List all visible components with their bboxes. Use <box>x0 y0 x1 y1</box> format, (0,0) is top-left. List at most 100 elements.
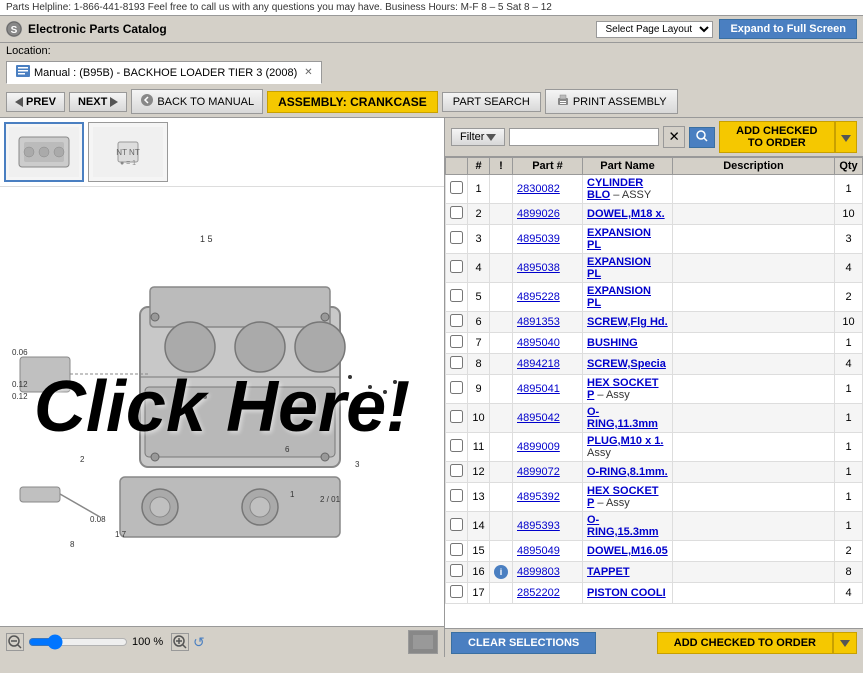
row-part-number[interactable]: 4899803 <box>513 562 583 583</box>
row-part-number[interactable]: 4895039 <box>513 225 583 254</box>
filter-button[interactable]: Filter <box>451 128 505 146</box>
part-number-link[interactable]: 4895393 <box>517 520 560 532</box>
part-name-link[interactable]: SCREW,Flg Hd. <box>587 316 668 328</box>
zoom-in-button[interactable] <box>171 633 189 651</box>
part-number-link[interactable]: 4894218 <box>517 358 560 370</box>
row-checkbox[interactable] <box>450 543 463 556</box>
zoom-out-button[interactable] <box>6 633 24 651</box>
prev-button[interactable]: PREV <box>6 92 65 112</box>
row-part-number[interactable]: 4894218 <box>513 354 583 375</box>
part-name-link[interactable]: DOWEL,M16.05 <box>587 545 668 557</box>
row-checkbox[interactable] <box>450 289 463 302</box>
add-order-bottom-dropdown[interactable] <box>833 632 857 654</box>
part-name-link[interactable]: PLUG,M10 x 1. <box>587 435 663 447</box>
row-checkbox[interactable] <box>450 464 463 477</box>
row-checkbox[interactable] <box>450 335 463 348</box>
row-checkbox[interactable] <box>450 181 463 194</box>
manual-tab[interactable]: Manual : (B95B) - BACKHOE LOADER TIER 3 … <box>6 61 322 84</box>
part-number-link[interactable]: 4891353 <box>517 316 560 328</box>
filter-input[interactable] <box>509 128 659 146</box>
part-number-link[interactable]: 4899072 <box>517 466 560 478</box>
row-part-number[interactable]: 4891353 <box>513 312 583 333</box>
row-checkbox[interactable] <box>450 206 463 219</box>
row-part-number[interactable]: 4895228 <box>513 283 583 312</box>
add-checked-to-order-button[interactable]: ADD CHECKED TO ORDER <box>719 121 835 153</box>
row-checkbox[interactable] <box>450 410 463 423</box>
row-checkbox[interactable] <box>450 518 463 531</box>
part-name-link[interactable]: EXPANSION PL <box>587 285 651 309</box>
expand-button[interactable]: Expand to Full Screen <box>719 19 857 39</box>
part-number-link[interactable]: 4895228 <box>517 291 560 303</box>
part-name-link[interactable]: DOWEL,M18 x. <box>587 208 665 220</box>
row-part-number[interactable]: 2830082 <box>513 175 583 204</box>
part-number-link[interactable]: 4895038 <box>517 262 560 274</box>
row-part-number[interactable]: 4895042 <box>513 404 583 433</box>
row-part-name[interactable]: O-RING,11.3mm <box>583 404 673 433</box>
row-part-name[interactable]: CYLINDER BLO – ASSY <box>583 175 673 204</box>
row-part-number[interactable]: 4895393 <box>513 512 583 541</box>
next-button[interactable]: NEXT <box>69 92 127 112</box>
row-part-number[interactable]: 4899026 <box>513 204 583 225</box>
row-part-name[interactable]: TAPPET <box>583 562 673 583</box>
part-number-link[interactable]: 4895042 <box>517 412 560 424</box>
part-number-link[interactable]: 4899009 <box>517 441 560 453</box>
map-thumbnail[interactable] <box>408 630 438 654</box>
clear-selections-button[interactable]: CLEAR SELECTIONS <box>451 632 596 654</box>
filter-clear-button[interactable]: ✕ <box>663 126 684 148</box>
row-part-number[interactable]: 4895049 <box>513 541 583 562</box>
add-order-dropdown-button[interactable] <box>835 121 857 153</box>
row-part-name[interactable]: O-RING,15.3mm <box>583 512 673 541</box>
info-icon[interactable]: i <box>494 565 508 579</box>
row-part-number[interactable]: 4899072 <box>513 462 583 483</box>
part-number-link[interactable]: 4899803 <box>517 566 560 578</box>
row-part-number[interactable]: 4895038 <box>513 254 583 283</box>
part-name-link[interactable]: PISTON COOLI <box>587 587 666 599</box>
refresh-icon[interactable]: ↺ <box>193 634 205 651</box>
thumbnail-2[interactable]: NT NT ● = 1 <box>88 122 168 182</box>
row-part-name[interactable]: EXPANSION PL <box>583 254 673 283</box>
thumbnail-1[interactable] <box>4 122 84 182</box>
back-to-manual-button[interactable]: BACK TO MANUAL <box>131 89 263 114</box>
row-part-number[interactable]: 2852202 <box>513 583 583 604</box>
row-checkbox[interactable] <box>450 260 463 273</box>
row-checkbox[interactable] <box>450 314 463 327</box>
row-checkbox[interactable] <box>450 564 463 577</box>
row-part-number[interactable]: 4895040 <box>513 333 583 354</box>
row-part-name[interactable]: DOWEL,M16.05 <box>583 541 673 562</box>
part-name-link[interactable]: EXPANSION PL <box>587 227 651 251</box>
part-number-link[interactable]: 2852202 <box>517 587 560 599</box>
row-checkbox[interactable] <box>450 356 463 369</box>
row-part-name[interactable]: SCREW,Flg Hd. <box>583 312 673 333</box>
add-checked-to-order-bottom-button[interactable]: ADD CHECKED TO ORDER <box>657 632 833 654</box>
row-part-name[interactable]: EXPANSION PL <box>583 283 673 312</box>
part-name-link[interactable]: TAPPET <box>587 566 630 578</box>
part-number-link[interactable]: 4895041 <box>517 383 560 395</box>
row-checkbox[interactable] <box>450 585 463 598</box>
filter-search-button[interactable] <box>689 127 715 148</box>
page-layout-select[interactable]: Select Page Layout <box>596 21 713 38</box>
part-number-link[interactable]: 4895049 <box>517 545 560 557</box>
row-part-name[interactable]: PLUG,M10 x 1. Assy <box>583 433 673 462</box>
row-part-name[interactable]: DOWEL,M18 x. <box>583 204 673 225</box>
part-name-link[interactable]: BUSHING <box>587 337 638 349</box>
row-checkbox[interactable] <box>450 489 463 502</box>
row-part-name[interactable]: PISTON COOLI <box>583 583 673 604</box>
zoom-slider[interactable] <box>28 634 128 650</box>
print-button[interactable]: PRINT ASSEMBLY <box>545 89 678 114</box>
row-part-name[interactable]: BUSHING <box>583 333 673 354</box>
row-part-name[interactable]: SCREW,Specia <box>583 354 673 375</box>
part-name-link[interactable]: O-RING,8.1mm. <box>587 466 668 478</box>
part-name-link[interactable]: SCREW,Specia <box>587 358 666 370</box>
tab-close-icon[interactable]: ✕ <box>304 67 312 78</box>
part-number-link[interactable]: 4895040 <box>517 337 560 349</box>
row-checkbox[interactable] <box>450 231 463 244</box>
row-part-name[interactable]: EXPANSION PL <box>583 225 673 254</box>
row-part-number[interactable]: 4895041 <box>513 375 583 404</box>
part-number-link[interactable]: 4895392 <box>517 491 560 503</box>
part-name-link[interactable]: O-RING,11.3mm <box>587 406 658 430</box>
row-checkbox[interactable] <box>450 381 463 394</box>
row-part-name[interactable]: HEX SOCKET P – Assy <box>583 375 673 404</box>
row-part-name[interactable]: HEX SOCKET P – Assy <box>583 483 673 512</box>
row-part-number[interactable]: 4895392 <box>513 483 583 512</box>
part-number-link[interactable]: 4895039 <box>517 233 560 245</box>
